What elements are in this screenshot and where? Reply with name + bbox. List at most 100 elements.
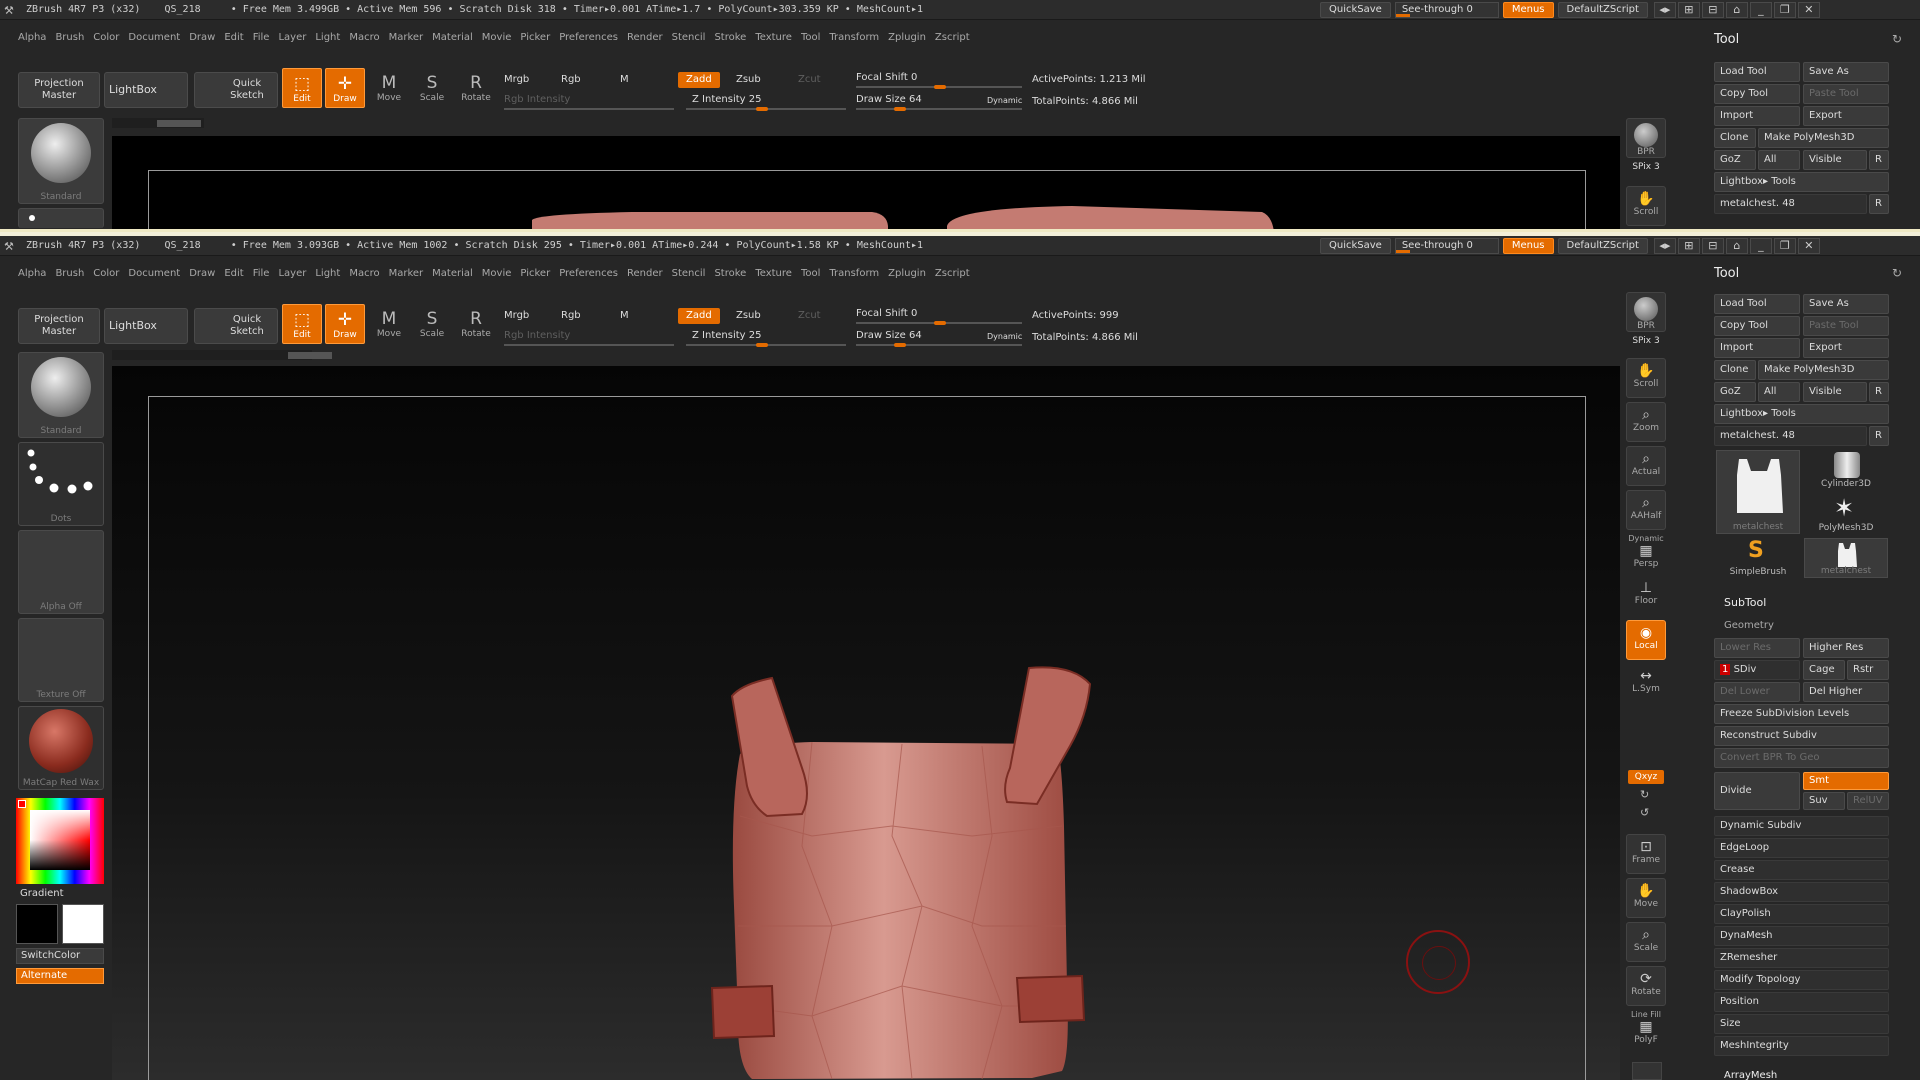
- load-tool-button[interactable]: Load Tool: [1714, 62, 1800, 82]
- close-icon[interactable]: ✕: [1797, 2, 1820, 18]
- menu-item[interactable]: Brush: [55, 32, 84, 48]
- suv-toggle[interactable]: Suv: [1803, 792, 1845, 810]
- reconstruct-subdiv-button[interactable]: Reconstruct Subdiv: [1714, 726, 1889, 746]
- alpha-thumb[interactable]: Alpha Off: [18, 530, 104, 614]
- save-as-button[interactable]: Save As: [1803, 62, 1889, 82]
- save-as-button[interactable]: Save As: [1803, 294, 1889, 314]
- tool-thumb-metalchest-2[interactable]: metalchest: [1804, 538, 1888, 578]
- draw-size-knob[interactable]: [894, 343, 906, 347]
- secondary-color-swatch[interactable]: [62, 904, 104, 944]
- all-button[interactable]: All: [1758, 382, 1800, 402]
- menu-item[interactable]: Texture: [755, 32, 792, 48]
- projection-master-button[interactable]: Projection Master: [18, 72, 100, 108]
- move-view-button[interactable]: ✋ Move: [1626, 878, 1666, 918]
- minimize-icon[interactable]: _: [1749, 238, 1772, 254]
- scroll-button[interactable]: ✋ Scroll: [1626, 186, 1666, 226]
- r-button-2[interactable]: R: [1869, 426, 1889, 446]
- texture-thumb[interactable]: Texture Off: [18, 618, 104, 702]
- zadd-button[interactable]: Zadd: [678, 308, 720, 324]
- move-button[interactable]: M Move: [369, 304, 409, 344]
- geometry-header[interactable]: Geometry: [1724, 620, 1774, 631]
- z-intensity-slider[interactable]: Z Intensity 25: [692, 94, 761, 105]
- stroke-thumb[interactable]: [18, 208, 104, 228]
- projection-master-button[interactable]: Projection Master: [18, 308, 100, 344]
- smt-toggle[interactable]: Smt: [1803, 772, 1889, 790]
- menu-item[interactable]: Material: [432, 268, 473, 284]
- mrgb-button[interactable]: Mrgb: [504, 74, 529, 85]
- mrgb-button[interactable]: Mrgb: [504, 310, 529, 321]
- m-button[interactable]: M: [620, 310, 629, 321]
- canvas[interactable]: [112, 366, 1620, 1080]
- edit-button[interactable]: ⬚ Edit: [282, 68, 322, 108]
- clone-button[interactable]: Clone: [1714, 360, 1756, 380]
- layout-icon-2[interactable]: ⊞: [1677, 238, 1700, 254]
- menu-item[interactable]: Picker: [520, 32, 550, 48]
- zcut-button[interactable]: Zcut: [790, 308, 829, 324]
- switch-color-button[interactable]: SwitchColor: [16, 948, 104, 964]
- menu-item[interactable]: Zplugin: [888, 268, 926, 284]
- rotate-button[interactable]: R Rotate: [456, 304, 496, 344]
- quick-sketch-button[interactable]: Quick Sketch: [194, 308, 278, 344]
- menu-item[interactable]: Stencil: [672, 268, 706, 284]
- lsym-button[interactable]: ↔ L.Sym: [1626, 664, 1666, 704]
- focal-shift-knob[interactable]: [934, 321, 946, 325]
- r-button[interactable]: R: [1869, 382, 1889, 402]
- zremesher-section[interactable]: ZRemesher: [1714, 948, 1889, 968]
- menu-item[interactable]: Render: [627, 32, 663, 48]
- z-intensity-knob[interactable]: [756, 343, 768, 347]
- freeze-subdiv-button[interactable]: Freeze SubDivision Levels: [1714, 704, 1889, 724]
- main-color-swatch[interactable]: [16, 904, 58, 944]
- draw-size-slider[interactable]: Draw Size 64: [856, 330, 922, 341]
- quicksave-button[interactable]: QuickSave: [1320, 238, 1391, 254]
- menu-item[interactable]: Transform: [829, 32, 879, 48]
- menus-button[interactable]: Menus: [1502, 238, 1554, 254]
- copy-tool-button[interactable]: Copy Tool: [1714, 316, 1800, 336]
- menu-item[interactable]: Movie: [482, 268, 512, 284]
- cage-button[interactable]: Cage: [1803, 660, 1845, 680]
- menu-item[interactable]: Brush: [55, 268, 84, 284]
- zscript-button[interactable]: DefaultZScript: [1557, 2, 1648, 18]
- menu-item[interactable]: Color: [93, 268, 119, 284]
- bpr-button[interactable]: BPR: [1626, 118, 1666, 158]
- frame-button[interactable]: ⊡ Frame: [1626, 834, 1666, 874]
- dynamic-subdiv-section[interactable]: Dynamic Subdiv: [1714, 816, 1889, 836]
- make-polymesh-button[interactable]: Make PolyMesh3D: [1758, 128, 1889, 148]
- draw-size-slider[interactable]: Draw Size 64: [856, 94, 922, 105]
- rgb-button[interactable]: Rgb: [561, 310, 581, 321]
- rstr-button[interactable]: Rstr: [1847, 660, 1889, 680]
- arraymesh-header[interactable]: ArrayMesh: [1724, 1070, 1777, 1080]
- r-button-2[interactable]: R: [1869, 194, 1889, 214]
- scale-button[interactable]: S Scale: [412, 68, 452, 108]
- menu-item[interactable]: Marker: [389, 268, 424, 284]
- z-intensity-slider[interactable]: Z Intensity 25: [692, 330, 761, 341]
- scroll-button[interactable]: ✋ Scroll: [1626, 358, 1666, 398]
- spix-slider[interactable]: SPix 3: [1626, 336, 1666, 346]
- stroke-thumb[interactable]: Dots: [18, 442, 104, 526]
- load-tool-button[interactable]: Load Tool: [1714, 294, 1800, 314]
- menu-item[interactable]: Picker: [520, 268, 550, 284]
- meshintegrity-section[interactable]: MeshIntegrity: [1714, 1036, 1889, 1056]
- zsub-button[interactable]: Zsub: [728, 72, 769, 88]
- close-icon[interactable]: ✕: [1797, 238, 1820, 254]
- refresh-icon[interactable]: ↻: [1892, 266, 1902, 280]
- layout-icon-3[interactable]: ⊟: [1701, 2, 1724, 18]
- canvas-scroll-thumb[interactable]: [288, 352, 332, 359]
- menu-item[interactable]: Macro: [349, 268, 379, 284]
- lightbox-tools-button[interactable]: Lightbox▸ Tools: [1714, 404, 1889, 424]
- menu-item[interactable]: Light: [315, 268, 340, 284]
- local-button[interactable]: ◉ Local: [1626, 620, 1666, 660]
- spix-slider[interactable]: SPix 3: [1626, 162, 1666, 172]
- menu-item[interactable]: Texture: [755, 268, 792, 284]
- menu-item[interactable]: Zscript: [935, 32, 970, 48]
- menu-item[interactable]: Edit: [224, 268, 243, 284]
- color-picker-square[interactable]: [30, 810, 90, 870]
- crease-section[interactable]: Crease: [1714, 860, 1889, 880]
- restore-icon[interactable]: ❐: [1773, 2, 1796, 18]
- copy-tool-button[interactable]: Copy Tool: [1714, 84, 1800, 104]
- menu-item[interactable]: Layer: [278, 268, 306, 284]
- dynamesh-section[interactable]: DynaMesh: [1714, 926, 1889, 946]
- tool-thumb-polymesh[interactable]: ✶ PolyMesh3D: [1804, 494, 1888, 534]
- menu-item[interactable]: Marker: [389, 32, 424, 48]
- clone-button[interactable]: Clone: [1714, 128, 1756, 148]
- goz-button[interactable]: GoZ: [1714, 382, 1756, 402]
